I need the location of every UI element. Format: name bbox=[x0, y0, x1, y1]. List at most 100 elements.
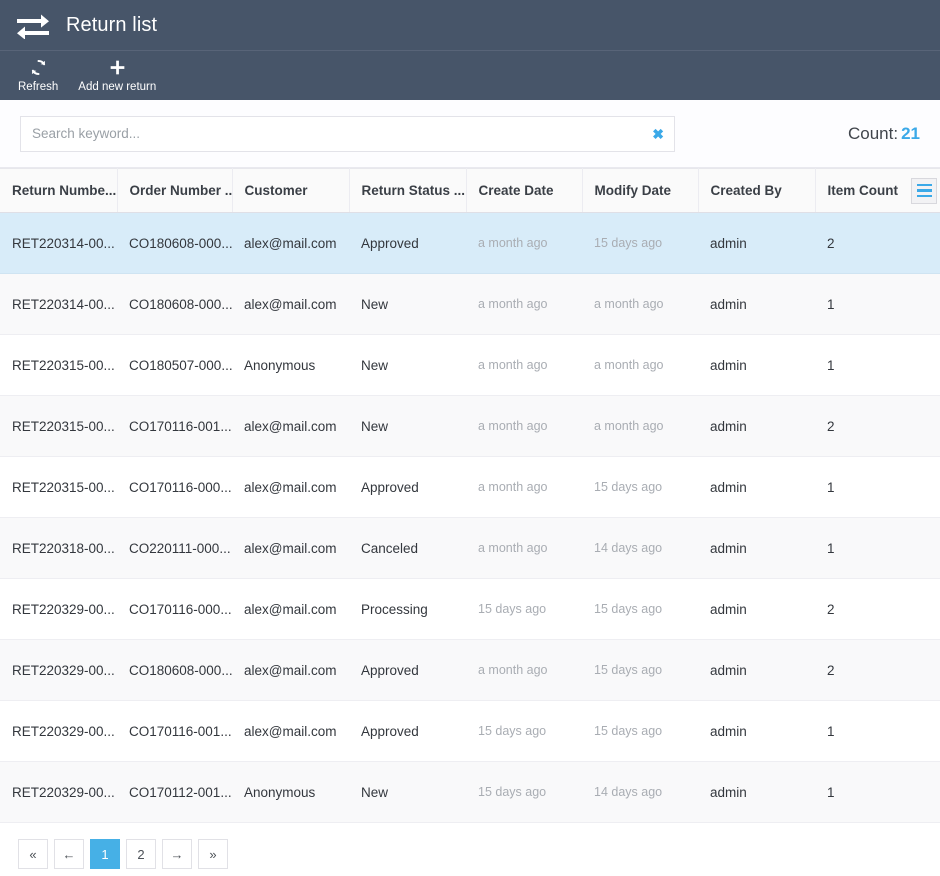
cell-item-count: 1 bbox=[815, 761, 940, 823]
column-header-customer[interactable]: Customer bbox=[232, 168, 350, 213]
cell-modify-date: 15 days ago bbox=[582, 578, 698, 640]
cell-order-number: CO170116-001... bbox=[117, 395, 232, 457]
clear-search-icon[interactable]: ✖ bbox=[652, 127, 664, 141]
cell-order-number: CO180507-000... bbox=[117, 334, 232, 396]
table-row[interactable]: RET220329-00... CO180608-000... alex@mail.… bbox=[0, 639, 940, 701]
page-title: Return list bbox=[66, 13, 158, 36]
column-header-created-by[interactable]: Created By bbox=[698, 168, 816, 213]
cell-created-by: admin bbox=[698, 395, 815, 457]
refresh-button[interactable]: Refresh bbox=[8, 51, 68, 93]
cell-return-status: Processing bbox=[349, 578, 466, 640]
column-header-return-status[interactable]: Return Status ... bbox=[349, 168, 467, 213]
pagination: «← 1 2 →» bbox=[0, 823, 940, 869]
cell-item-count: 1 bbox=[815, 273, 940, 335]
return-exchange-arrows-icon bbox=[14, 10, 52, 40]
cell-customer: alex@mail.com bbox=[232, 456, 349, 518]
cell-return-number: RET220329-00... bbox=[0, 761, 117, 823]
cell-order-number: CO170116-000... bbox=[117, 456, 232, 518]
column-header-create-date[interactable]: Create Date bbox=[466, 168, 583, 213]
cell-item-count: 2 bbox=[815, 395, 940, 457]
cell-modify-date: 15 days ago bbox=[582, 212, 698, 274]
grid-header: Return Numbe... Order Number ... Customer R… bbox=[0, 168, 940, 213]
table-row[interactable]: RET220314-00... CO180608-000... alex@mail.… bbox=[0, 273, 940, 335]
returns-grid: Return Numbe... Order Number ... Customer R… bbox=[0, 168, 940, 823]
table-row[interactable]: RET220315-00... CO180507-000... Anonymous N… bbox=[0, 334, 940, 396]
table-row[interactable]: RET220314-00... CO180608-000... alex@mail.… bbox=[0, 212, 940, 274]
cell-return-status: Approved bbox=[349, 639, 466, 701]
cell-created-by: admin bbox=[698, 456, 815, 518]
cell-created-by: admin bbox=[698, 761, 815, 823]
action-toolbar: Refresh Add new return bbox=[0, 51, 940, 100]
cell-return-number: RET220315-00... bbox=[0, 456, 117, 518]
column-menu-hamburger-icon[interactable] bbox=[911, 177, 937, 204]
column-header-label: Created By bbox=[710, 183, 782, 198]
refresh-button-label: Refresh bbox=[18, 81, 59, 93]
cell-customer: alex@mail.com bbox=[232, 273, 349, 335]
cell-customer: alex@mail.com bbox=[232, 517, 349, 579]
search-input[interactable] bbox=[21, 116, 674, 151]
cell-return-status: Canceled bbox=[349, 517, 466, 579]
table-row[interactable]: RET220315-00... CO170116-000... alex@mail.… bbox=[0, 456, 940, 518]
cell-modify-date: 14 days ago bbox=[582, 517, 698, 579]
cell-modify-date: a month ago bbox=[582, 334, 698, 396]
cell-order-number: CO180608-000... bbox=[117, 639, 232, 701]
cell-return-status: New bbox=[349, 761, 466, 823]
cell-order-number: CO170116-001... bbox=[117, 700, 232, 762]
cell-modify-date: a month ago bbox=[582, 273, 698, 335]
cell-customer: alex@mail.com bbox=[232, 700, 349, 762]
column-header-return-number[interactable]: Return Numbe... bbox=[0, 168, 118, 213]
cell-created-by: admin bbox=[698, 273, 815, 335]
add-new-return-button-label: Add new return bbox=[78, 81, 157, 93]
cell-customer: alex@mail.com bbox=[232, 395, 349, 457]
cell-modify-date: 15 days ago bbox=[582, 456, 698, 518]
cell-created-by: admin bbox=[698, 334, 815, 396]
cell-return-status: New bbox=[349, 395, 466, 457]
cell-order-number: CO180608-000... bbox=[117, 273, 232, 335]
table-row[interactable]: RET220329-00... CO170116-001... alex@mail.… bbox=[0, 700, 940, 762]
cell-item-count: 1 bbox=[815, 456, 940, 518]
cell-item-count: 2 bbox=[815, 212, 940, 274]
column-header-order-number[interactable]: Order Number ... bbox=[117, 168, 233, 213]
cell-return-number: RET220318-00... bbox=[0, 517, 117, 579]
column-header-label: Order Number ... bbox=[129, 183, 232, 198]
table-row[interactable]: RET220315-00... CO170116-001... alex@mail.… bbox=[0, 395, 940, 457]
grid-header-row: Return Numbe... Order Number ... Customer R… bbox=[0, 168, 940, 213]
cell-customer: alex@mail.com bbox=[232, 578, 349, 640]
last-page-button[interactable]: » bbox=[198, 839, 228, 869]
column-header-label: Modify Date bbox=[594, 183, 672, 198]
window-titlebar: Return list bbox=[0, 0, 940, 51]
cell-create-date: 15 days ago bbox=[466, 578, 582, 640]
cell-item-count: 1 bbox=[815, 517, 940, 579]
cell-order-number: CO170112-001... bbox=[117, 761, 232, 823]
page-1-button[interactable]: 1 bbox=[90, 839, 120, 869]
table-row[interactable]: RET220318-00... CO220111-000... alex@mail.… bbox=[0, 517, 940, 579]
cell-order-number: CO170116-000... bbox=[117, 578, 232, 640]
grid-body: RET220314-00... CO180608-000... alex@mail.… bbox=[0, 212, 940, 823]
cell-return-status: New bbox=[349, 334, 466, 396]
column-header-label: Return Status ... bbox=[361, 183, 466, 198]
cell-return-number: RET220329-00... bbox=[0, 578, 117, 640]
cell-create-date: a month ago bbox=[466, 639, 582, 701]
cell-return-status: Approved bbox=[349, 700, 466, 762]
cell-item-count: 1 bbox=[815, 700, 940, 762]
add-new-return-button[interactable]: Add new return bbox=[68, 51, 166, 93]
cell-create-date: a month ago bbox=[466, 212, 582, 274]
cell-order-number: CO220111-000... bbox=[117, 517, 232, 579]
column-header-label: Create Date bbox=[478, 183, 554, 198]
cell-return-status: Approved bbox=[349, 456, 466, 518]
column-header-label: Item Count bbox=[827, 183, 899, 198]
page-2-button[interactable]: 2 bbox=[126, 839, 156, 869]
next-page-button[interactable]: → bbox=[162, 839, 192, 869]
table-row[interactable]: RET220329-00... CO170116-000... alex@mail.… bbox=[0, 578, 940, 640]
record-count: Count: 21 bbox=[848, 124, 920, 144]
prev-page-button[interactable]: ← bbox=[54, 839, 84, 869]
cell-created-by: admin bbox=[698, 517, 815, 579]
table-row[interactable]: RET220329-00... CO170112-001... Anonymous N… bbox=[0, 761, 940, 823]
column-header-modify-date[interactable]: Modify Date bbox=[582, 168, 699, 213]
cell-create-date: 15 days ago bbox=[466, 761, 582, 823]
first-page-button[interactable]: « bbox=[18, 839, 48, 869]
search-box: ✖ bbox=[20, 115, 675, 152]
cell-create-date: a month ago bbox=[466, 395, 582, 457]
column-header-item-count[interactable]: Item Count bbox=[815, 168, 940, 213]
cell-modify-date: 14 days ago bbox=[582, 761, 698, 823]
